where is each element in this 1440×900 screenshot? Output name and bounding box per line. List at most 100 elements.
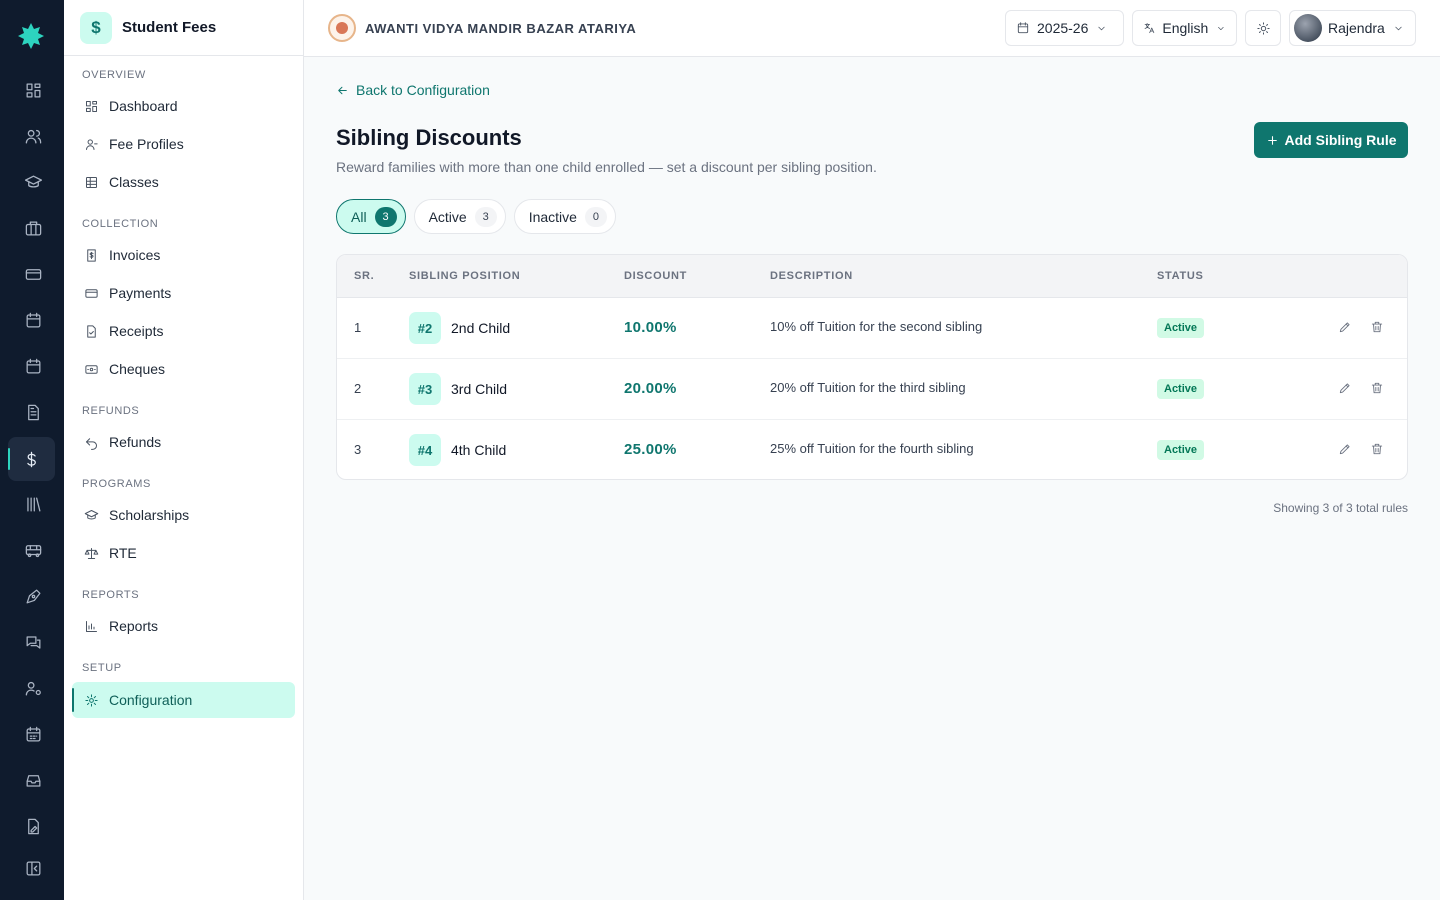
filter-count: 3 (374, 206, 397, 227)
document-icon[interactable] (18, 397, 48, 427)
row-sr: 3 (354, 442, 362, 457)
chevron-down-icon (1395, 26, 1402, 30)
filter-inactive[interactable]: Inactive 0 (513, 199, 616, 234)
page-title: Sibling Discounts (336, 125, 522, 150)
section-programs: PROGRAMS (82, 478, 151, 490)
row-sr: 1 (354, 320, 362, 335)
app-logo-icon[interactable] (16, 20, 46, 50)
card-icon[interactable] (18, 259, 48, 289)
nav-reports[interactable]: Reports (72, 608, 295, 644)
graduation-icon[interactable] (18, 167, 48, 197)
undo-icon (86, 437, 97, 450)
file-edit-icon[interactable] (18, 811, 48, 841)
column-description: DESCRIPTION (770, 270, 853, 282)
delete-button[interactable] (1370, 381, 1386, 397)
section-collection: COLLECTION (82, 218, 159, 230)
add-sibling-rule-button[interactable]: Add Sibling Rule (1254, 122, 1408, 158)
filter-count: 0 (584, 206, 607, 227)
nav-configuration[interactable]: Configuration (72, 682, 295, 718)
edit-button[interactable] (1338, 381, 1354, 397)
nav-label: Reports (109, 618, 159, 634)
position-badge: #3 (409, 373, 441, 405)
chat-icon[interactable] (18, 627, 48, 657)
calendar-alt-icon[interactable] (18, 351, 48, 381)
table-row: 2 #3 3rd Child 20.00% 20% off Tuition fo… (337, 359, 1407, 420)
edit-button[interactable] (1338, 442, 1354, 458)
language-select[interactable]: English (1132, 10, 1237, 46)
user-menu[interactable]: Rajendra (1289, 10, 1416, 46)
position-name: 3rd Child (451, 381, 508, 397)
trash-icon (1371, 443, 1383, 455)
position-badge: #2 (409, 312, 441, 344)
theme-toggle-button[interactable] (1245, 10, 1281, 46)
nav-classes[interactable]: Classes (72, 164, 295, 200)
filter-count: 3 (474, 206, 497, 227)
sun-icon (1256, 21, 1270, 35)
sidebar-header: $ Student Fees (64, 0, 303, 56)
nav-label: Classes (109, 174, 159, 190)
nav-dashboard[interactable]: Dashboard (72, 88, 295, 124)
nav-label: Dashboard (109, 98, 178, 114)
nav-rte[interactable]: RTE (72, 535, 295, 571)
section-overview: OVERVIEW (82, 69, 146, 81)
edit-button[interactable] (1338, 320, 1354, 336)
back-link-label: Back to Configuration (356, 82, 490, 98)
column-sibling-position: SIBLING POSITION (409, 270, 521, 282)
library-icon[interactable] (18, 489, 48, 519)
pencil-icon (1339, 322, 1350, 333)
school-identity: AWANTI VIDYA MANDIR BAZAR ATARIYA (328, 14, 636, 42)
briefcase-icon[interactable] (18, 213, 48, 243)
user-settings-icon[interactable] (18, 673, 48, 703)
collapse-icon[interactable] (18, 853, 48, 883)
nav-scholarships[interactable]: Scholarships (72, 497, 295, 533)
dashboard-icon[interactable] (18, 75, 48, 105)
trash-icon (1371, 321, 1383, 333)
nav-cheques[interactable]: Cheques (72, 351, 295, 387)
icon-rail (0, 0, 64, 900)
invoice-icon (87, 248, 96, 262)
pencil-icon (1339, 444, 1350, 455)
users-icon[interactable] (18, 121, 48, 151)
bar-chart-icon (86, 620, 97, 632)
calendar-icon (1017, 22, 1029, 34)
filter-label: Inactive (528, 208, 577, 225)
receipt-icon (87, 324, 96, 338)
pen-icon[interactable] (18, 581, 48, 611)
dashboard-icon (86, 100, 97, 112)
nav-payments[interactable]: Payments (72, 275, 295, 311)
user-icon (86, 138, 98, 150)
school-name: AWANTI VIDYA MANDIR BAZAR ATARIYA (365, 20, 637, 36)
academic-year-value: 2025-26 (1037, 20, 1089, 36)
section-reports: REPORTS (82, 589, 140, 601)
back-to-configuration-link[interactable]: Back to Configuration (336, 82, 490, 98)
filter-active[interactable]: Active 3 (413, 199, 506, 234)
delete-button[interactable] (1370, 320, 1386, 336)
bus-icon[interactable] (18, 535, 48, 565)
nav-refunds[interactable]: Refunds (72, 424, 295, 460)
page-subtitle: Reward families with more than one child… (336, 159, 877, 175)
translate-icon (1144, 22, 1155, 34)
delete-button[interactable] (1370, 442, 1386, 458)
plus-icon (1267, 135, 1277, 145)
trash-icon (1371, 382, 1383, 394)
discount-value: 10.00% (624, 319, 677, 336)
add-button-label: Add Sibling Rule (1284, 132, 1397, 148)
discount-value: 20.00% (624, 380, 677, 397)
nav-fee-profiles[interactable]: Fee Profiles (72, 126, 295, 162)
nav-receipts[interactable]: Receipts (72, 313, 295, 349)
description: 10% off Tuition for the second sibling (770, 319, 983, 334)
sibling-rules-table: SR. SIBLING POSITION DISCOUNT DESCRIPTIO… (336, 254, 1408, 480)
calendar-icon[interactable] (18, 305, 48, 335)
position-name: 4th Child (451, 442, 507, 458)
inbox-icon[interactable] (18, 765, 48, 795)
filter-all[interactable]: All 3 (336, 199, 406, 234)
nav-invoices[interactable]: Invoices (72, 237, 295, 273)
column-sr: SR. (354, 270, 375, 282)
cheque-icon (85, 364, 98, 374)
table-grid-icon (86, 176, 97, 188)
calendar-grid-icon[interactable] (18, 719, 48, 749)
dollar-icon[interactable] (8, 437, 55, 481)
results-summary: Showing 3 of 3 total rules (1273, 501, 1408, 515)
academic-year-select[interactable]: 2025-26 (1005, 10, 1124, 46)
filter-label: Active (428, 208, 467, 225)
